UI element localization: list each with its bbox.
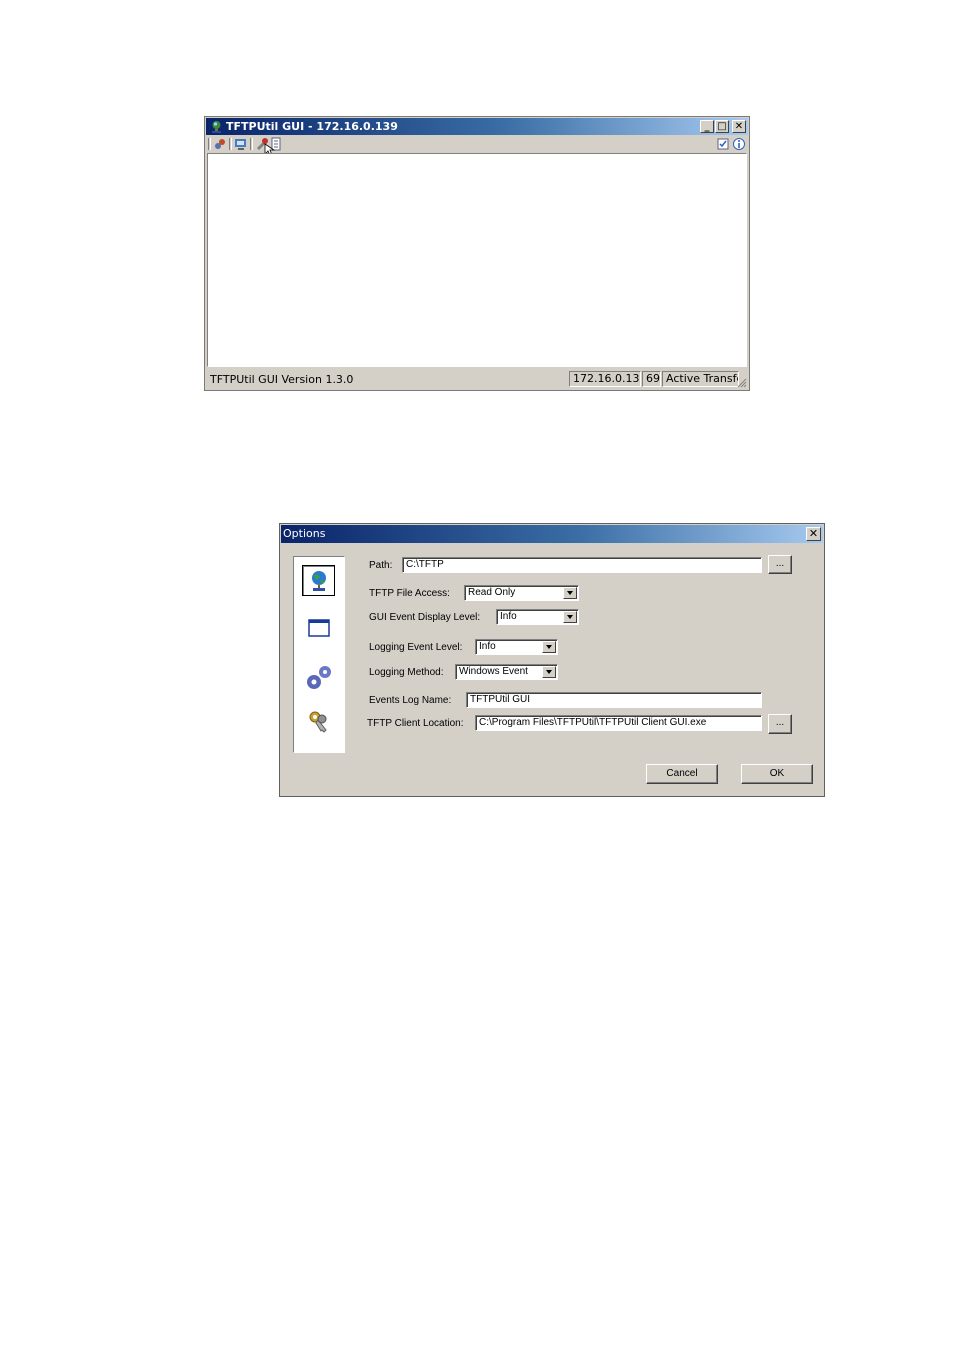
path-label: Path: <box>369 560 393 571</box>
main-titlebar[interactable]: TFTPUtil GUI - 172.16.0.139 _ □ ✕ <box>206 118 748 135</box>
info-icon[interactable] <box>732 137 746 151</box>
toolbar-separator <box>208 138 211 150</box>
checklist-icon[interactable] <box>716 137 730 151</box>
keys-icon <box>309 711 327 733</box>
close-button[interactable]: ✕ <box>806 527 821 541</box>
category-logging[interactable] <box>302 661 335 692</box>
minimize-button[interactable]: _ <box>700 120 714 133</box>
client-location-field[interactable]: C:\Program Files\TFTPUtil\TFTPUtil Clien… <box>475 715 762 731</box>
main-toolbar <box>206 136 748 157</box>
options-dialog: Options ✕ Path: C:\TFTP ... TFTP File Ac… <box>279 523 825 797</box>
file-access-label: TFTP File Access: <box>369 588 450 599</box>
logging-method-select[interactable]: Windows Event <box>455 664 558 680</box>
chevron-down-icon[interactable] <box>563 587 577 599</box>
status-port: 69 <box>642 371 661 387</box>
category-general[interactable] <box>302 565 335 596</box>
category-display[interactable] <box>302 613 335 644</box>
options-title: Options <box>283 527 326 540</box>
tftputil-main-window: TFTPUtil GUI - 172.16.0.139 _ □ ✕ TFTPUt… <box>204 116 750 391</box>
status-bar: TFTPUtil GUI Version 1.3.0 172.16.0.139 … <box>206 369 748 389</box>
close-button[interactable]: ✕ <box>732 120 746 133</box>
path-browse-button[interactable]: ... <box>768 555 792 574</box>
logging-event-level-select[interactable]: Info <box>475 639 558 655</box>
chevron-down-icon[interactable] <box>563 611 577 623</box>
chevron-down-icon[interactable] <box>542 641 556 653</box>
toolbar-separator <box>229 138 232 150</box>
logging-event-level-label: Logging Event Level: <box>369 642 463 653</box>
events-log-name-label: Events Log Name: <box>369 695 452 706</box>
client-location-browse-button[interactable]: ... <box>768 714 792 734</box>
event-log-area[interactable] <box>207 153 747 367</box>
gui-event-level-select[interactable]: Info <box>496 609 579 625</box>
options-category-panel <box>293 556 345 753</box>
app-icon <box>212 121 221 133</box>
status-transfers: Active Transfers <box>662 371 739 387</box>
main-window-title: TFTPUtil GUI - 172.16.0.139 <box>226 120 398 133</box>
options-titlebar[interactable]: Options ✕ <box>281 525 823 543</box>
category-security[interactable] <box>302 707 335 738</box>
toolbar-separator <box>250 138 253 150</box>
globe-icon <box>312 571 326 591</box>
file-access-select[interactable]: Read Only <box>464 585 579 601</box>
window-icon <box>308 619 330 637</box>
resize-grip-icon[interactable] <box>737 378 747 388</box>
status-ip: 172.16.0.139 <box>569 371 641 387</box>
chevron-down-icon[interactable] <box>542 666 556 678</box>
settings-icon[interactable] <box>213 137 227 151</box>
maximize-button[interactable]: □ <box>715 120 729 133</box>
logging-method-label: Logging Method: <box>369 667 444 678</box>
gui-event-level-label: GUI Event Display Level: <box>369 612 481 623</box>
cancel-button[interactable]: Cancel <box>646 764 718 784</box>
client-location-label: TFTP Client Location: <box>367 718 464 729</box>
gears-icon <box>307 666 331 689</box>
path-field[interactable]: C:\TFTP <box>402 557 762 573</box>
events-log-name-field[interactable]: TFTPUtil GUI <box>466 692 762 708</box>
connect-icon[interactable] <box>234 137 248 151</box>
ok-button[interactable]: OK <box>741 764 813 784</box>
version-label: TFTPUtil GUI Version 1.3.0 <box>210 373 354 386</box>
